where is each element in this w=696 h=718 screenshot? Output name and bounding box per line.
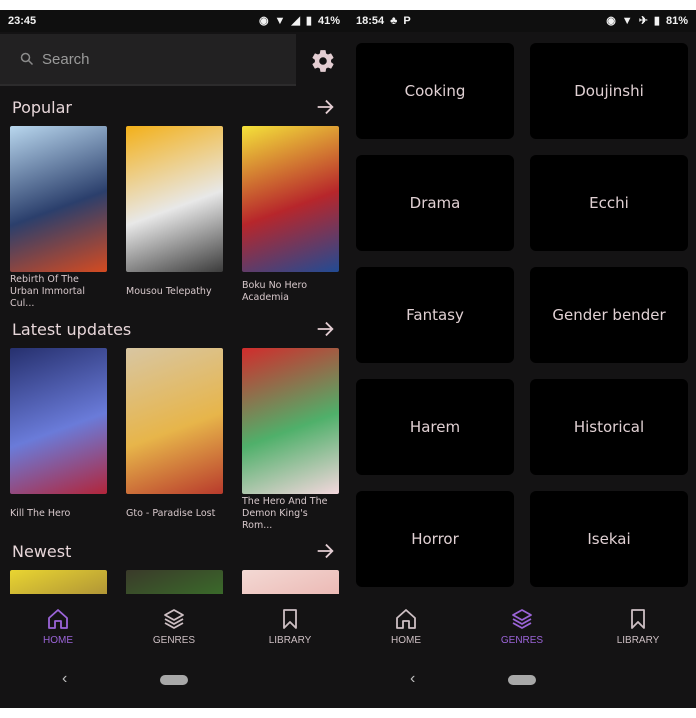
section-popular: Popular Rebirth Of The Urban Immortal Cu… xyxy=(0,88,348,309)
manga-cover[interactable] xyxy=(126,126,223,272)
genre-tile[interactable]: Ecchi xyxy=(530,155,688,251)
nav-label: LIBRARY xyxy=(268,635,312,646)
clock: 23:45 xyxy=(8,15,37,27)
clock: 18:54 xyxy=(356,15,385,27)
battery-icon: ▮ xyxy=(305,14,312,27)
genre-tile[interactable]: Cooking xyxy=(356,43,514,139)
vibrate-icon: ◉ xyxy=(606,14,616,27)
manga-title: The Hero And The Demon King's Rom... xyxy=(242,496,328,531)
bookmark-icon xyxy=(283,609,297,629)
manga-card[interactable]: The Hero And The Demon King's Rom... xyxy=(242,348,339,531)
home-gesture-pill[interactable] xyxy=(160,675,188,685)
manga-card[interactable]: Kill The Hero xyxy=(10,348,107,528)
genre-tile[interactable]: Fantasy xyxy=(356,267,514,363)
wifi-icon: ▼ xyxy=(274,14,286,27)
genre-tile[interactable]: Doujinshi xyxy=(530,43,688,139)
nav-label: LIBRARY xyxy=(616,635,660,646)
manga-title: Gto - Paradise Lost xyxy=(126,508,216,519)
manga-cover[interactable] xyxy=(126,348,223,494)
manga-title: Rebirth Of The Urban Immortal Cul... xyxy=(10,274,85,309)
arrow-right-icon[interactable] xyxy=(314,540,336,562)
bottom-navigation: HOME GENRES LIBRARY xyxy=(0,594,348,658)
home-icon xyxy=(396,609,416,629)
manga-card[interactable]: Mousou Telepathy xyxy=(126,126,223,306)
genres-screen: 18:54 ♣ P ◉ ▼ ✈ ▮ 81% Cooking Doujinshi … xyxy=(348,10,696,708)
search-icon xyxy=(20,52,34,66)
system-navigation: ‹ xyxy=(348,658,696,708)
search-row: Search xyxy=(0,32,348,88)
manga-cover[interactable] xyxy=(10,348,107,494)
layers-icon xyxy=(164,609,184,629)
manga-card[interactable]: Gto - Paradise Lost xyxy=(126,348,223,528)
nav-home[interactable]: HOME xyxy=(356,606,456,646)
status-bar: 18:54 ♣ P ◉ ▼ ✈ ▮ 81% xyxy=(348,10,696,32)
manga-title: Boku No Hero Academia xyxy=(242,280,308,303)
status-bar: 23:45 ◉ ▼ ◢ ▮ 41% xyxy=(0,10,348,32)
bookmark-icon xyxy=(631,609,645,629)
bottom-navigation: HOME GENRES LIBRARY xyxy=(348,594,696,658)
manga-card[interactable]: Boku No Hero Academia xyxy=(242,126,339,306)
arrow-right-icon[interactable] xyxy=(314,96,336,118)
manga-cover[interactable] xyxy=(10,126,107,272)
nav-genres[interactable]: GENRES xyxy=(124,606,224,646)
arrow-right-icon[interactable] xyxy=(314,318,336,340)
manga-cover[interactable] xyxy=(242,348,339,494)
back-button[interactable]: ‹ xyxy=(410,670,415,688)
genre-tile[interactable]: Horror xyxy=(356,491,514,587)
nav-home[interactable]: HOME xyxy=(8,606,108,646)
home-gesture-pill[interactable] xyxy=(508,675,536,685)
manga-card[interactable]: Rebirth Of The Urban Immortal Cul... xyxy=(10,126,107,309)
cover-row: Kill The Hero Gto - Paradise Lost The He… xyxy=(0,348,348,531)
wifi-icon: ▼ xyxy=(621,14,633,27)
manga-cover[interactable] xyxy=(242,126,339,272)
signal-icon: ◢ xyxy=(291,14,300,27)
genre-tile[interactable]: Historical xyxy=(530,379,688,475)
genre-tile[interactable]: Drama xyxy=(356,155,514,251)
genre-grid: Cooking Doujinshi Drama Ecchi Fantasy Ge… xyxy=(356,43,688,607)
manga-title: Mousou Telepathy xyxy=(126,286,212,297)
nav-label: HOME xyxy=(391,635,421,646)
search-placeholder: Search xyxy=(42,50,90,68)
home-screen: 23:45 ◉ ▼ ◢ ▮ 41% Search Popular Rebirth… xyxy=(0,10,348,708)
nav-label: HOME xyxy=(43,635,73,646)
parking-icon: P xyxy=(403,14,411,27)
back-button[interactable]: ‹ xyxy=(62,670,67,688)
section-title: Latest updates xyxy=(12,319,132,339)
settings-gear-icon[interactable] xyxy=(310,48,336,74)
nav-label: GENRES xyxy=(152,635,196,646)
manga-title: Kill The Hero xyxy=(10,508,71,519)
cover-row: Rebirth Of The Urban Immortal Cul... Mou… xyxy=(0,126,348,309)
nav-library[interactable]: LIBRARY xyxy=(240,606,340,646)
vibrate-icon: ◉ xyxy=(258,14,269,27)
system-navigation: ‹ xyxy=(0,658,348,708)
nav-label: GENRES xyxy=(500,635,544,646)
nav-library[interactable]: LIBRARY xyxy=(588,606,688,646)
section-latest-updates: Latest updates Kill The Hero Gto - Parad… xyxy=(0,310,348,531)
layers-icon xyxy=(512,609,532,629)
genre-tile[interactable]: Isekai xyxy=(530,491,688,587)
section-title: Newest xyxy=(12,541,72,561)
nav-genres[interactable]: GENRES xyxy=(472,606,572,646)
section-title: Popular xyxy=(12,97,72,117)
battery-icon: ▮ xyxy=(653,14,660,27)
battery-percent: 81% xyxy=(665,15,688,27)
airplane-icon: ✈ xyxy=(638,14,648,27)
genre-tile[interactable]: Gender bender xyxy=(530,267,688,363)
battery-percent: 41% xyxy=(317,15,340,27)
genre-tile[interactable]: Harem xyxy=(356,379,514,475)
search-input[interactable]: Search xyxy=(0,34,296,86)
home-icon xyxy=(48,609,68,629)
notification-icon: ♣ xyxy=(390,14,398,27)
